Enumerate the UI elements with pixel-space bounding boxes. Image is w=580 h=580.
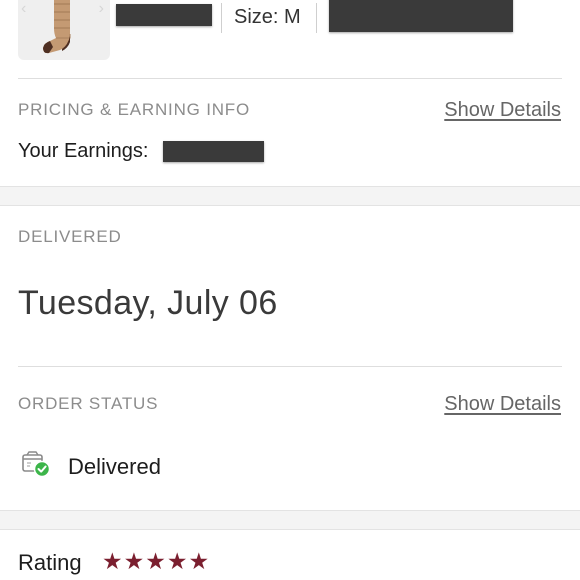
redacted-item-title (116, 4, 212, 26)
item-thumbnail[interactable]: ‹ › (18, 0, 110, 60)
divider (18, 366, 562, 367)
rating-label: Rating (18, 550, 82, 575)
star-icon: ★ (102, 548, 123, 574)
star-icon: ★ (188, 548, 210, 574)
pricing-section-title: PRICING & EARNING INFO (18, 100, 251, 119)
item-size: Size: M (234, 6, 301, 28)
divider (221, 3, 222, 33)
sock-icon (43, 0, 71, 54)
star-icon: ★ (145, 548, 166, 574)
divider (316, 3, 317, 33)
pricing-show-details-link[interactable]: Show Details (444, 99, 561, 122)
package-check-icon (22, 451, 51, 478)
redacted-item-info (329, 0, 513, 32)
order-status-show-details-link[interactable]: Show Details (444, 393, 561, 416)
section-separator (0, 186, 580, 206)
earnings-label: Your Earnings: (18, 140, 149, 162)
delivery-date: Tuesday, July 06 (18, 284, 278, 322)
rating-stars: ★ ★ ★ ★ ★ (102, 550, 209, 573)
order-status-section-title: ORDER STATUS (18, 394, 159, 413)
order-status-value: Delivered (68, 454, 161, 479)
redacted-earnings-value (163, 141, 264, 162)
section-separator (0, 510, 580, 530)
star-icon: ★ (123, 548, 145, 574)
star-icon: ★ (166, 548, 188, 574)
divider (18, 78, 562, 79)
delivered-section-title: DELIVERED (18, 227, 122, 246)
